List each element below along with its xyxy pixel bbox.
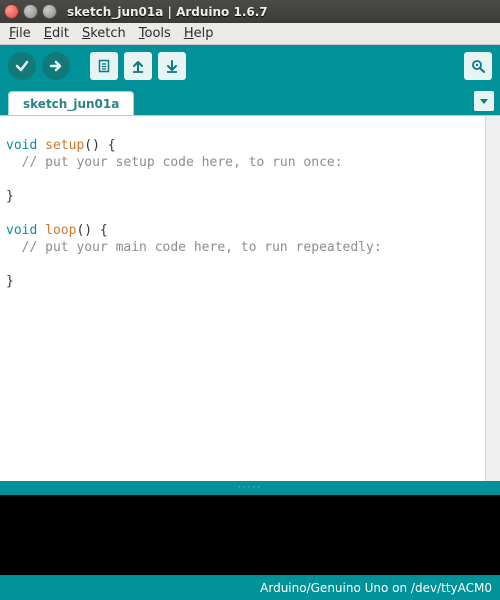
arrow-down-icon xyxy=(164,58,180,74)
window-titlebar: sketch_jun01a | Arduino 1.6.7 xyxy=(0,0,500,23)
file-icon xyxy=(96,58,112,74)
code-text: } xyxy=(6,189,14,204)
window-minimize-button[interactable] xyxy=(23,4,38,19)
code-text: () { xyxy=(84,138,115,153)
code-editor[interactable]: void setup() { // put your setup code he… xyxy=(0,115,500,481)
tab-menu-button[interactable] xyxy=(474,91,494,111)
upload-button[interactable] xyxy=(42,52,70,80)
menu-sketch[interactable]: Sketch xyxy=(77,24,131,43)
serial-monitor-button[interactable] xyxy=(464,52,492,80)
output-console[interactable] xyxy=(0,495,500,575)
status-bar: Arduino/Genuino Uno on /dev/ttyACM0 xyxy=(0,575,500,600)
arrow-right-icon xyxy=(48,58,64,74)
save-sketch-button[interactable] xyxy=(158,52,186,80)
chevron-down-icon xyxy=(478,95,490,107)
menubar: File Edit Sketch Tools Help xyxy=(0,23,500,45)
tab-label: sketch_jun01a xyxy=(23,97,119,111)
code-keyword: void xyxy=(6,138,37,153)
window-maximize-button[interactable] xyxy=(42,4,57,19)
tab-bar: sketch_jun01a xyxy=(0,87,500,115)
code-text: } xyxy=(6,274,14,289)
editor-scrollbar[interactable] xyxy=(485,116,500,481)
code-comment: // put your setup code here, to run once… xyxy=(6,155,343,170)
check-icon xyxy=(14,58,30,74)
window-close-button[interactable] xyxy=(4,4,19,19)
code-function: setup xyxy=(45,138,84,153)
menu-edit[interactable]: Edit xyxy=(39,24,74,43)
code-comment: // put your main code here, to run repea… xyxy=(6,240,382,255)
arrow-up-icon xyxy=(130,58,146,74)
open-sketch-button[interactable] xyxy=(124,52,152,80)
window-title: sketch_jun01a | Arduino 1.6.7 xyxy=(67,5,268,19)
menu-tools[interactable]: Tools xyxy=(134,24,176,43)
new-sketch-button[interactable] xyxy=(90,52,118,80)
code-keyword: void xyxy=(6,223,37,238)
code-function: loop xyxy=(45,223,76,238)
status-text: Arduino/Genuino Uno on /dev/ttyACM0 xyxy=(260,581,492,595)
toolbar xyxy=(0,45,500,87)
magnifier-icon xyxy=(470,58,486,74)
pane-divider[interactable]: ····· xyxy=(0,481,500,495)
code-text: () { xyxy=(76,223,107,238)
menu-file[interactable]: File xyxy=(4,24,36,43)
menu-help[interactable]: Help xyxy=(179,24,219,43)
tab-sketch[interactable]: sketch_jun01a xyxy=(8,91,134,115)
verify-button[interactable] xyxy=(8,52,36,80)
